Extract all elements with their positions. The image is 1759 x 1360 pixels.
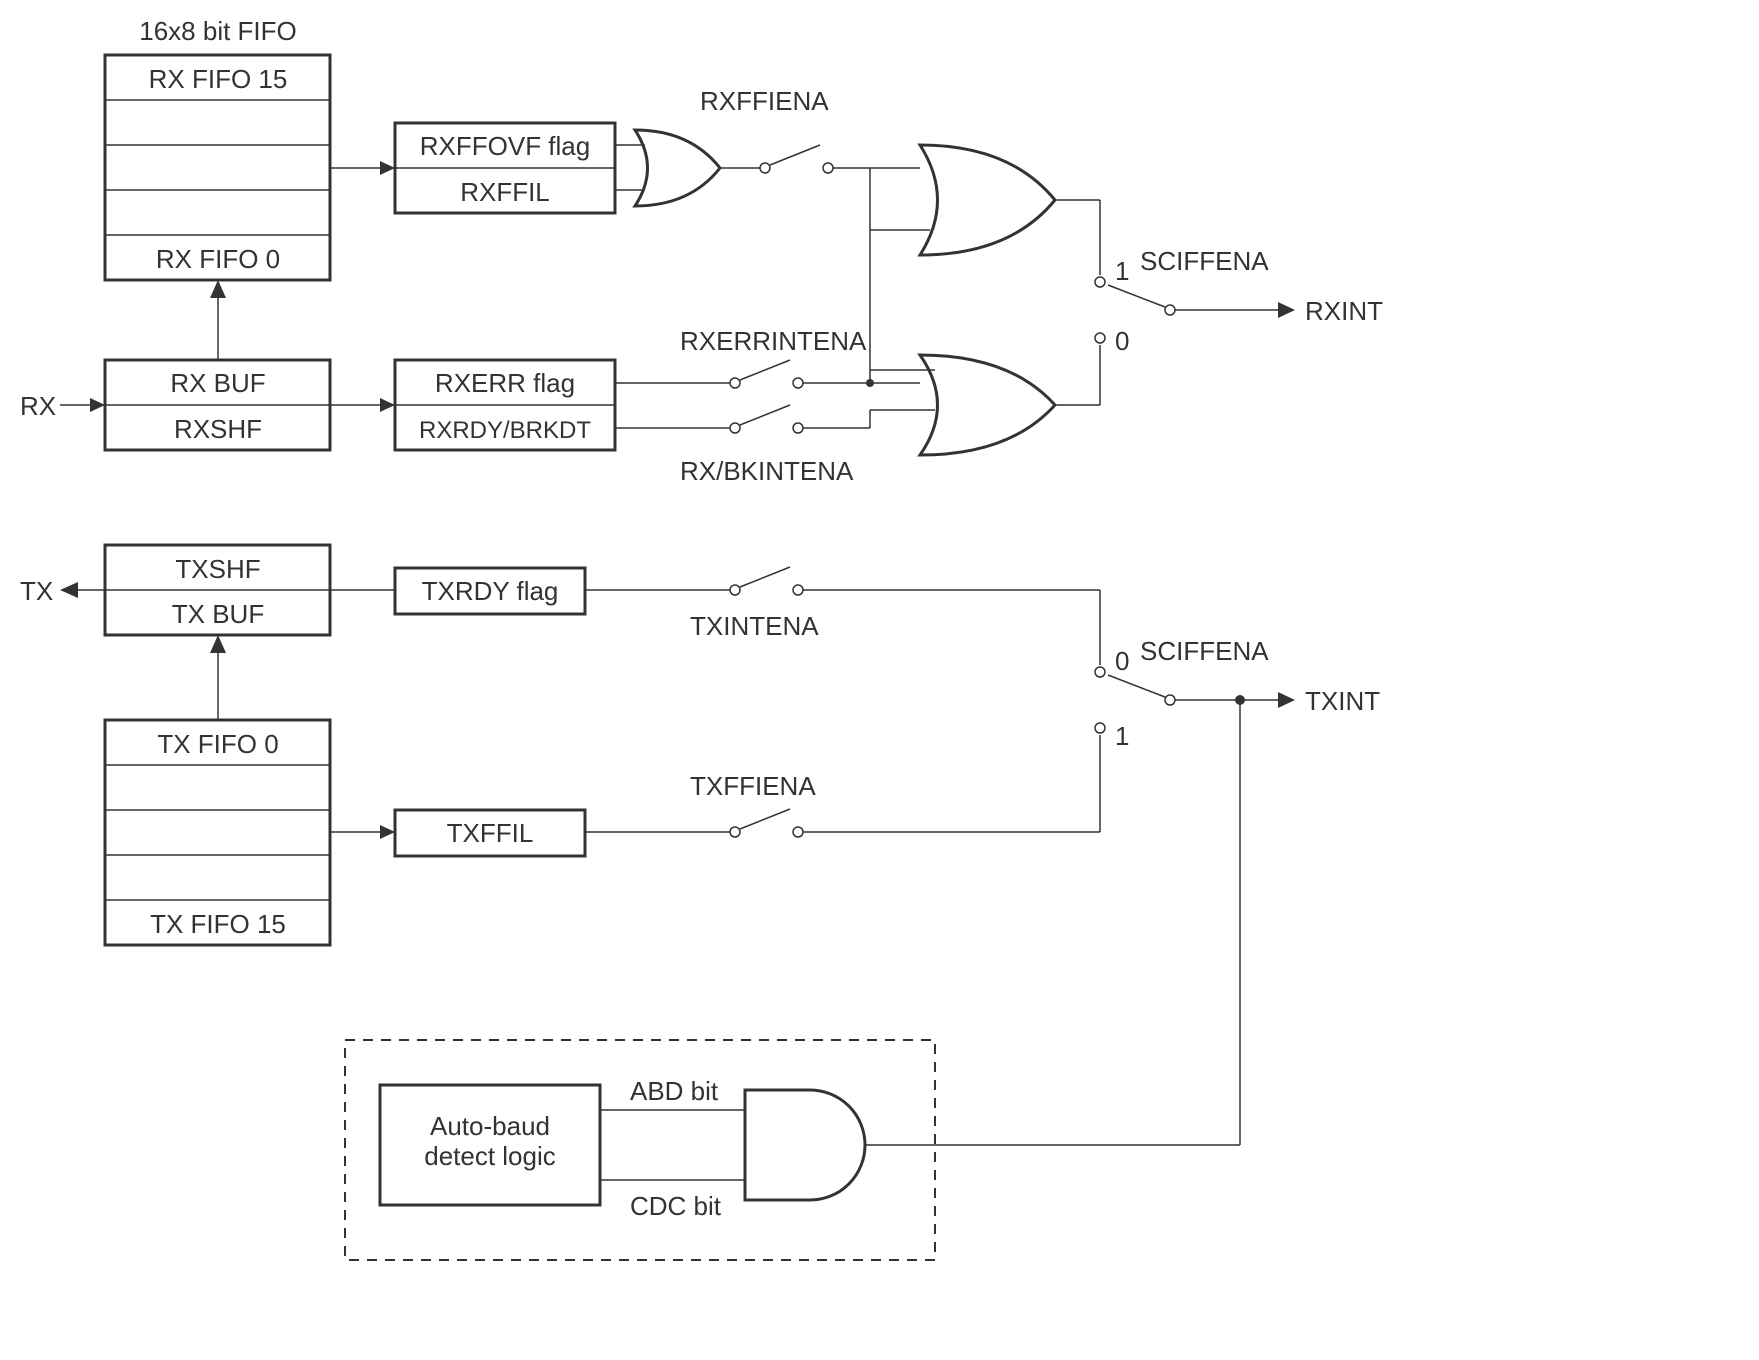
txrdy-label: TXRDY flag xyxy=(422,576,559,606)
rx-pin-label: RX xyxy=(20,391,56,421)
txffil-label: TXFFIL xyxy=(447,818,534,848)
rxffil-label: RXFFIL xyxy=(460,177,550,207)
rx-fifo-top-label: RX FIFO 15 xyxy=(149,64,288,94)
cdc-label: CDC bit xyxy=(630,1191,722,1221)
diagram-title: 16x8 bit FIFO xyxy=(139,16,297,46)
or-gate-big-bottom xyxy=(920,355,1055,455)
arrow-right-icon xyxy=(380,398,395,412)
rx-mux-one-label: 1 xyxy=(1115,256,1129,286)
arrow-right-icon xyxy=(1278,692,1295,708)
abd-label: ABD bit xyxy=(630,1076,719,1106)
rx-mux-zero-label: 0 xyxy=(1115,326,1129,356)
tx-buf-block: TXSHF TX BUF xyxy=(105,545,330,635)
rxffovf-label: RXFFOVF flag xyxy=(420,131,590,161)
rx-err-block: RXERR flag RXRDY/BRKDT xyxy=(395,360,615,450)
rx-flag-block: RXFFOVF flag RXFFIL xyxy=(395,123,615,213)
rx-fifo-block: RX FIFO 15 RX FIFO 0 xyxy=(105,55,330,280)
rxerr-label: RXERR flag xyxy=(435,368,575,398)
arrow-up-icon xyxy=(210,280,226,298)
txint-label: TXINT xyxy=(1305,686,1380,716)
or-gate-small-top xyxy=(615,130,720,206)
svg-text:detect logic: detect logic xyxy=(424,1141,556,1171)
svg-text:Auto-baud: Auto-baud xyxy=(430,1111,550,1141)
arrow-up-icon xyxy=(210,635,226,653)
rxffiena-label: RXFFIENA xyxy=(700,86,829,116)
rxerrintena-switch xyxy=(615,360,920,388)
txbuf-label: TX BUF xyxy=(172,599,264,629)
rxffiena-switch xyxy=(720,145,920,173)
tx-fifo-bottom-label: TX FIFO 15 xyxy=(150,909,286,939)
rxbkintena-switch xyxy=(615,405,935,433)
tx-mux-one-label: 1 xyxy=(1115,721,1129,751)
rxbkintena-label: RX/BKINTENA xyxy=(680,456,854,486)
arrow-right-icon xyxy=(380,825,395,839)
arrow-right-icon xyxy=(1278,302,1295,318)
rx-buf-label: RX BUF xyxy=(170,368,265,398)
autobaud-block: Auto-baud detect logic xyxy=(380,1085,600,1205)
and-gate xyxy=(745,1090,865,1200)
tx-pin-label: TX xyxy=(20,576,53,606)
rx-buf-block: RX BUF RXSHF xyxy=(105,360,330,450)
txffiena-label: TXFFIENA xyxy=(690,771,816,801)
rxerrintena-label: RXERRINTENA xyxy=(680,326,867,356)
tx-fifo-block: TX FIFO 0 TX FIFO 15 xyxy=(105,720,330,945)
or-gate-big-top xyxy=(920,145,1055,255)
txshf-label: TXSHF xyxy=(175,554,260,584)
sci-fifo-interrupt-diagram: RX FIFO 15 RX FIFO 0 16x8 bit FIFO RX BU… xyxy=(0,0,1759,1360)
rxshf-label: RXSHF xyxy=(174,414,262,444)
sciffena-rx-label: SCIFFENA xyxy=(1140,246,1269,276)
txffil-block: TXFFIL xyxy=(395,810,585,856)
rx-fifo-bottom-label: RX FIFO 0 xyxy=(156,244,280,274)
arrow-right-icon xyxy=(380,161,395,175)
sciffena-tx-label: SCIFFENA xyxy=(1140,636,1269,666)
tx-mux-zero-label: 0 xyxy=(1115,646,1129,676)
rxint-label: RXINT xyxy=(1305,296,1383,326)
txintena-switch xyxy=(585,567,1100,595)
arrow-left-icon xyxy=(60,582,78,598)
rxrdy-label: RXRDY/BRKDT xyxy=(419,417,591,444)
txrdy-block: TXRDY flag xyxy=(395,568,585,614)
tx-fifo-top-label: TX FIFO 0 xyxy=(157,729,278,759)
txintena-label: TXINTENA xyxy=(690,611,819,641)
txffiena-switch xyxy=(585,809,1100,837)
arrow-right-icon xyxy=(90,398,105,412)
